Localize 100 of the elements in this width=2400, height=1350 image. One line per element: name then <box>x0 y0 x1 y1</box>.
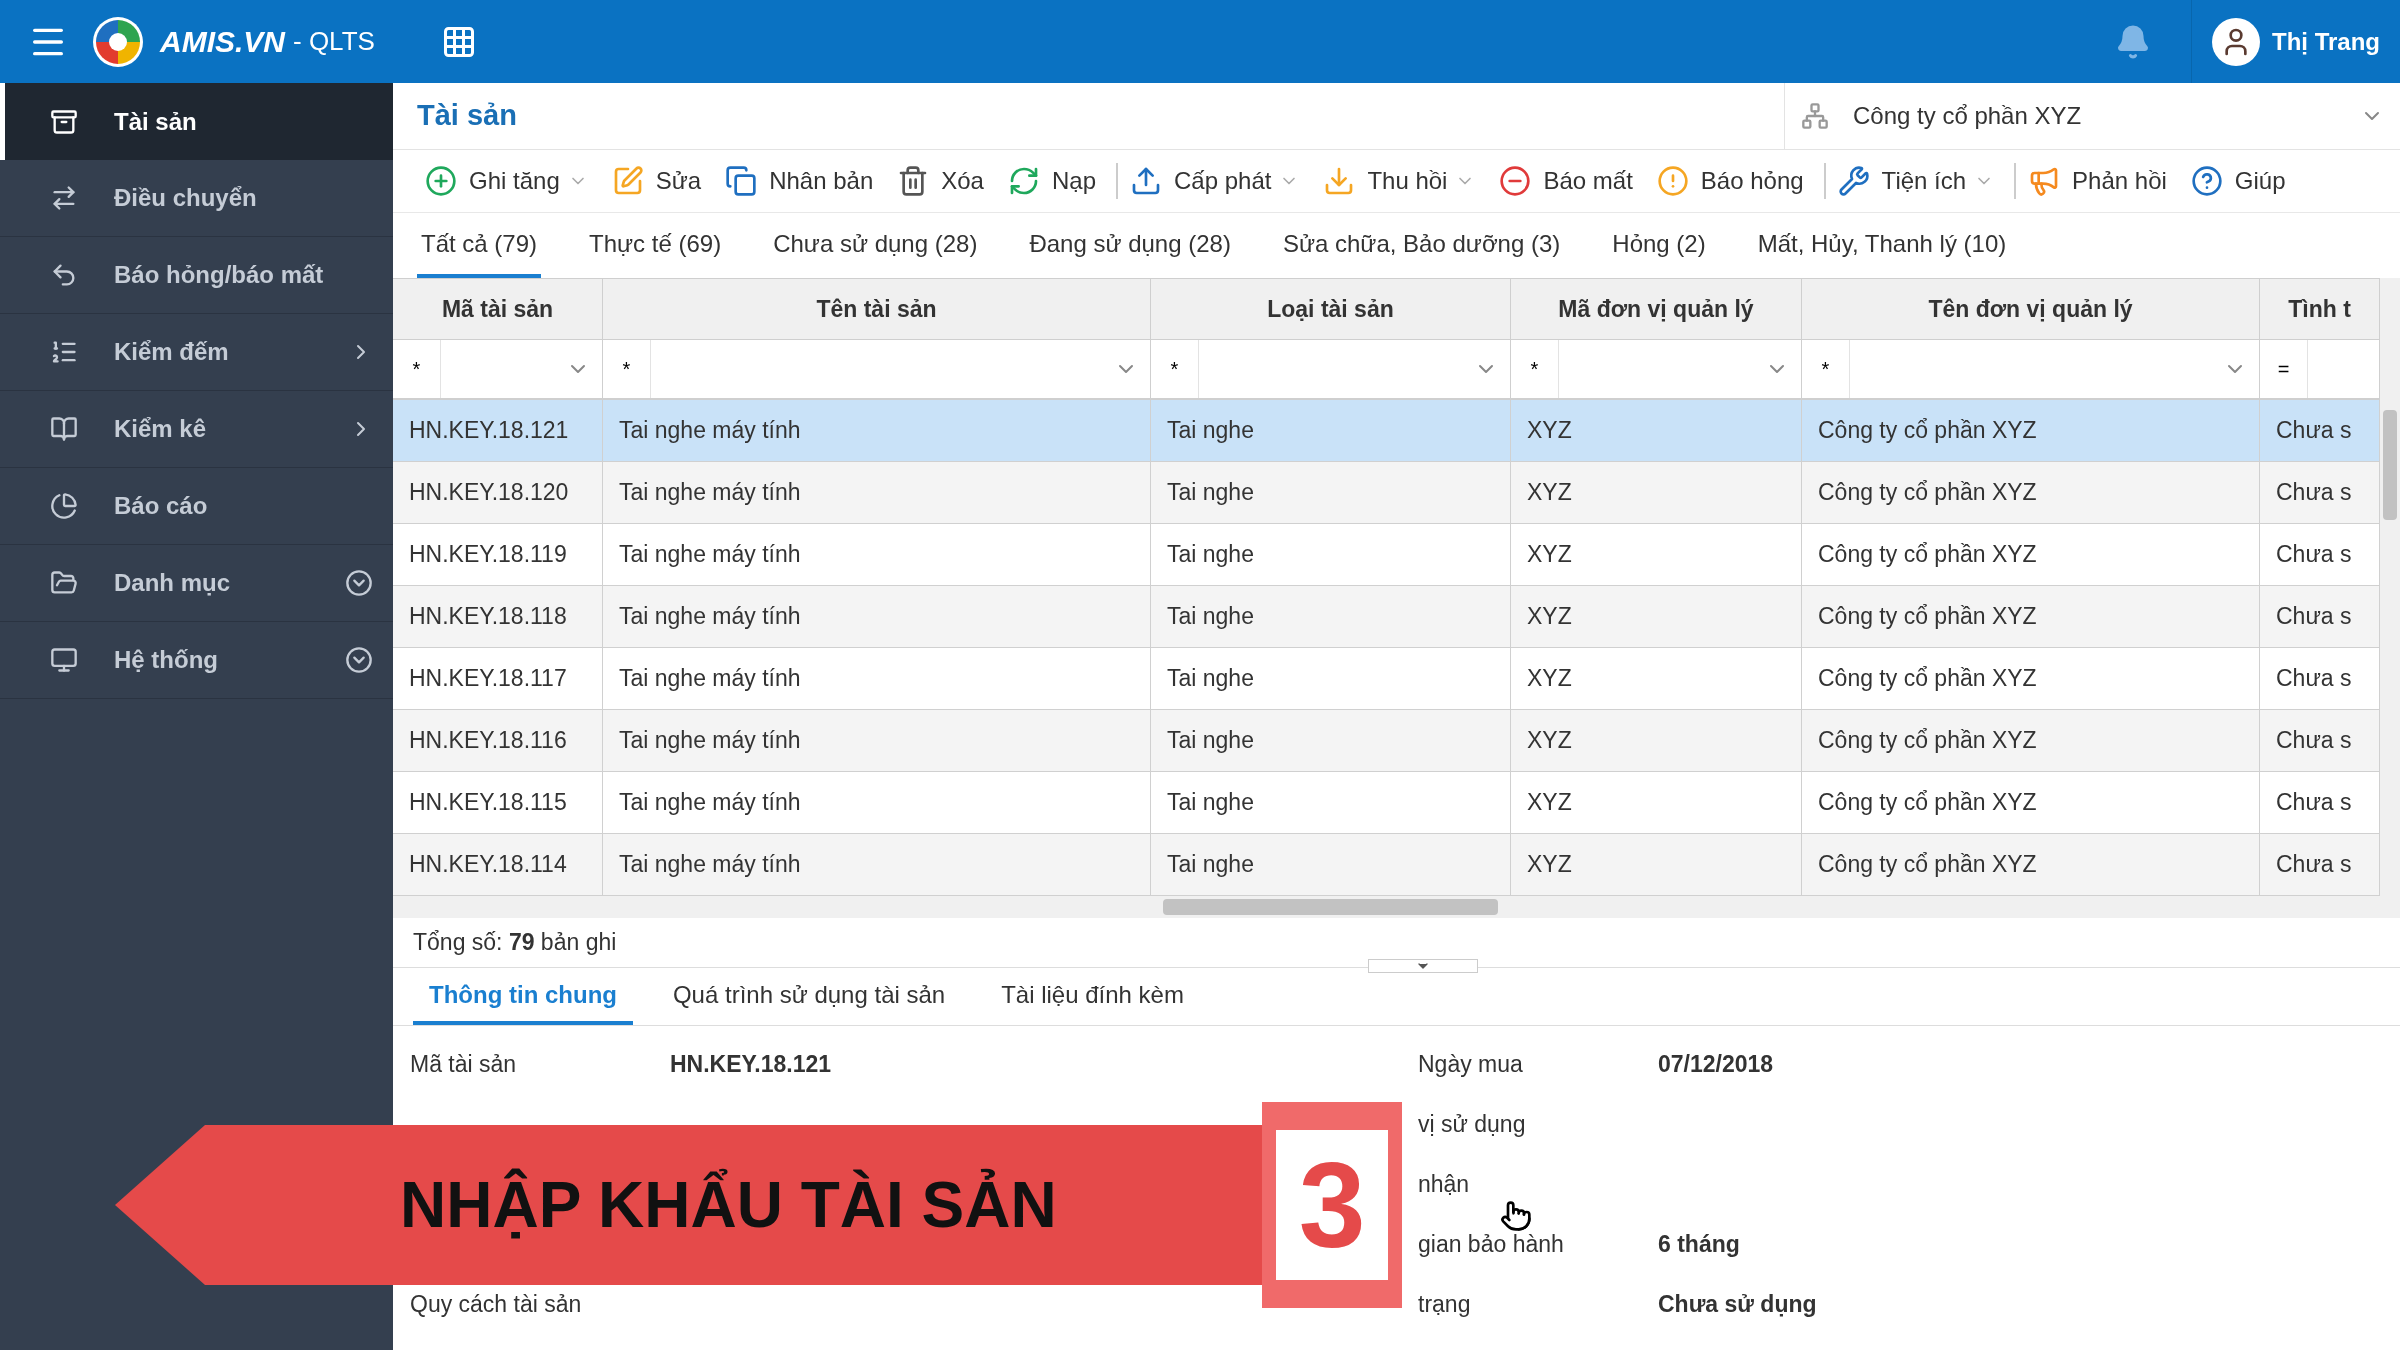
filter-operator[interactable]: * <box>1511 340 1559 398</box>
detail-tab[interactable]: Tài liệu đính kèm <box>985 968 1200 1025</box>
table-cell-text: Tai nghe <box>1167 850 1254 880</box>
table-cell-text: Công ty cổ phần XYZ <box>1818 478 2037 508</box>
sidebar-item[interactable]: Kiểm đếm <box>0 314 393 391</box>
monitor-icon <box>50 646 78 674</box>
table-cell-text: Chưa s <box>2276 478 2352 508</box>
column-header[interactable]: Mã đơn vị quản lý <box>1511 279 1802 339</box>
filter-operator[interactable]: * <box>1802 340 1850 398</box>
filter-tab[interactable]: Sửa chữa, Bảo dưỡng (3) <box>1278 213 1565 278</box>
table-cell-text: Công ty cổ phần XYZ <box>1818 788 2037 818</box>
toolbar-button[interactable]: Ghi tăng <box>417 163 596 199</box>
filter-tab[interactable]: Mất, Hủy, Thanh lý (10) <box>1753 213 2011 278</box>
pie-chart-icon <box>50 492 78 520</box>
field-label: Ngày mua <box>1418 1049 1524 1079</box>
table-cell-text: XYZ <box>1527 602 1572 632</box>
field-value: HN.KEY.18.121 <box>670 1049 832 1079</box>
table-row[interactable]: HN.KEY.18.116 Tai nghe máy tính Tai nghe XYZ Công ty cổ phần XYZ Chưa s <box>393 710 2380 772</box>
field-label: Mã tài sản <box>410 1049 518 1079</box>
table-cell-text: Chưa s <box>2276 540 2352 570</box>
field-label: nhận <box>1418 1169 1471 1199</box>
detail-tab[interactable]: Thông tin chung <box>413 968 633 1025</box>
sidebar-item[interactable]: Kiểm kê <box>0 391 393 468</box>
toolbar-button[interactable]: Nhân bản <box>717 163 882 199</box>
company-select[interactable]: Công ty cổ phần XYZ <box>1784 83 2400 149</box>
toolbar-button[interactable]: Phản hồi <box>2020 163 2175 199</box>
filter-operator[interactable]: * <box>1151 340 1199 398</box>
table-cell-text: Tai nghe <box>1167 416 1254 446</box>
table-row[interactable]: HN.KEY.18.115 Tai nghe máy tính Tai nghe XYZ Công ty cổ phần XYZ Chưa s <box>393 772 2380 834</box>
table-row[interactable]: HN.KEY.18.117 Tai nghe máy tính Tai nghe XYZ Công ty cổ phần XYZ Chưa s <box>393 648 2380 710</box>
table-cell-text: HN.KEY.18.115 <box>409 788 567 818</box>
user-menu[interactable]: Thị Trang <box>2192 0 2400 83</box>
filter-operator[interactable]: * <box>393 340 441 398</box>
toolbar-button[interactable]: Giúp <box>2182 163 2294 199</box>
table-cell-text: XYZ <box>1527 416 1572 446</box>
toolbar-button[interactable]: Xóa <box>889 163 992 199</box>
horizontal-scrollbar[interactable] <box>393 896 2400 918</box>
table-row[interactable]: HN.KEY.18.120 Tai nghe máy tính Tai nghe XYZ Công ty cổ phần XYZ Chưa s <box>393 462 2380 524</box>
toolbar-button[interactable]: Cấp phát <box>1122 163 1308 199</box>
toolbar-button[interactable]: Báo hỏng <box>1648 163 1812 199</box>
table-cell-text: XYZ <box>1527 850 1572 880</box>
toolbar-button[interactable]: Sửa <box>603 163 710 199</box>
toolbar-button[interactable]: Tiện ích <box>1829 163 2003 199</box>
alert-icon <box>1656 165 1689 197</box>
sidebar-item[interactable]: Điều chuyển <box>0 160 393 237</box>
table-row[interactable]: HN.KEY.18.118 Tai nghe máy tính Tai nghe XYZ Công ty cổ phần XYZ Chưa s <box>393 586 2380 648</box>
sidebar-item[interactable]: Hệ thống <box>0 622 393 699</box>
table-cell-text: Tai nghe máy tính <box>619 664 801 694</box>
detail-tab[interactable]: Quá trình sử dụng tài sản <box>656 968 962 1025</box>
wrench-icon <box>1837 165 1870 197</box>
table-cell-text: Tai nghe <box>1167 664 1254 694</box>
table-cell-text: Công ty cổ phần XYZ <box>1818 726 2037 756</box>
table-cell-text: HN.KEY.18.116 <box>409 726 567 756</box>
collapse-handle[interactable] <box>1368 959 1478 973</box>
expand-icon <box>345 646 373 674</box>
field-label: Quy cách tài sản <box>410 1289 583 1319</box>
toolbar-button[interactable]: Thu hồi <box>1315 163 1484 199</box>
toolbar-button[interactable]: Báo mất <box>1491 163 1641 199</box>
table-cell-text: Tai nghe máy tính <box>619 540 801 570</box>
table-cell-text: HN.KEY.18.117 <box>409 664 567 694</box>
sidebar-item[interactable]: Tài sản <box>0 83 393 160</box>
table-cell-text: Chưa s <box>2276 664 2352 694</box>
table-cell-text: Công ty cổ phần XYZ <box>1818 540 2037 570</box>
filter-tab[interactable]: Chưa sử dụng (28) <box>769 213 982 278</box>
filter-tab[interactable]: Hỏng (2) <box>1608 213 1710 278</box>
table-row[interactable]: HN.KEY.18.114 Tai nghe máy tính Tai nghe XYZ Công ty cổ phần XYZ Chưa s <box>393 834 2380 896</box>
table-cell-text: Chưa s <box>2276 788 2352 818</box>
toolbar-button[interactable]: Nạp <box>999 163 1104 199</box>
table-row[interactable]: HN.KEY.18.119 Tai nghe máy tính Tai nghe XYZ Công ty cổ phần XYZ Chưa s <box>393 524 2380 586</box>
upload-icon <box>1130 165 1162 197</box>
column-header[interactable]: Tên đơn vị quản lý <box>1802 279 2260 339</box>
banner-title: NHẬP KHẨU TÀI SẢN <box>400 1167 1057 1243</box>
table-cell-text: Chưa s <box>2276 850 2352 880</box>
table-cell-text: Tai nghe máy tính <box>619 478 801 508</box>
table-cell-text: XYZ <box>1527 664 1572 694</box>
table-cell-text: Chưa s <box>2276 416 2352 446</box>
column-header[interactable]: Tên tài sản <box>603 279 1151 339</box>
filter-tab[interactable]: Đang sử dụng (28) <box>1025 213 1235 278</box>
badge-number: 3 <box>1298 1145 1366 1265</box>
table-row[interactable]: HN.KEY.18.121 Tai nghe máy tính Tai nghe XYZ Công ty cổ phần XYZ Chưa s <box>393 400 2380 462</box>
table-cell-text: Tai nghe máy tính <box>619 788 801 818</box>
table-cell-text: Tai nghe máy tính <box>619 602 801 632</box>
column-header[interactable]: Loại tài sản <box>1151 279 1511 339</box>
table-cell-text: Công ty cổ phần XYZ <box>1818 416 2037 446</box>
bell-icon[interactable] <box>2115 23 2151 60</box>
copy-icon <box>725 165 758 197</box>
table-cell-text: Công ty cổ phần XYZ <box>1818 664 2037 694</box>
filter-operator[interactable]: = <box>2260 340 2308 398</box>
table-cell-text: Công ty cổ phần XYZ <box>1818 850 2037 880</box>
column-header[interactable]: Mã tài sản <box>393 279 603 339</box>
minus-icon <box>1499 165 1532 197</box>
sidebar-item[interactable]: Danh mục <box>0 545 393 622</box>
field-label: vị sử dụng <box>1418 1109 1527 1139</box>
table-cell-text: Chưa s <box>2276 602 2352 632</box>
filter-operator[interactable]: * <box>603 340 651 398</box>
sidebar-item[interactable]: Báo hỏng/báo mất <box>0 237 393 314</box>
filter-tab[interactable]: Thực tế (69) <box>585 213 726 278</box>
vertical-scrollbar[interactable] <box>2380 278 2400 896</box>
table-cell-text: Công ty cổ phần XYZ <box>1818 602 2037 632</box>
record-count: Tổng số: 79 bản ghi <box>413 928 617 958</box>
